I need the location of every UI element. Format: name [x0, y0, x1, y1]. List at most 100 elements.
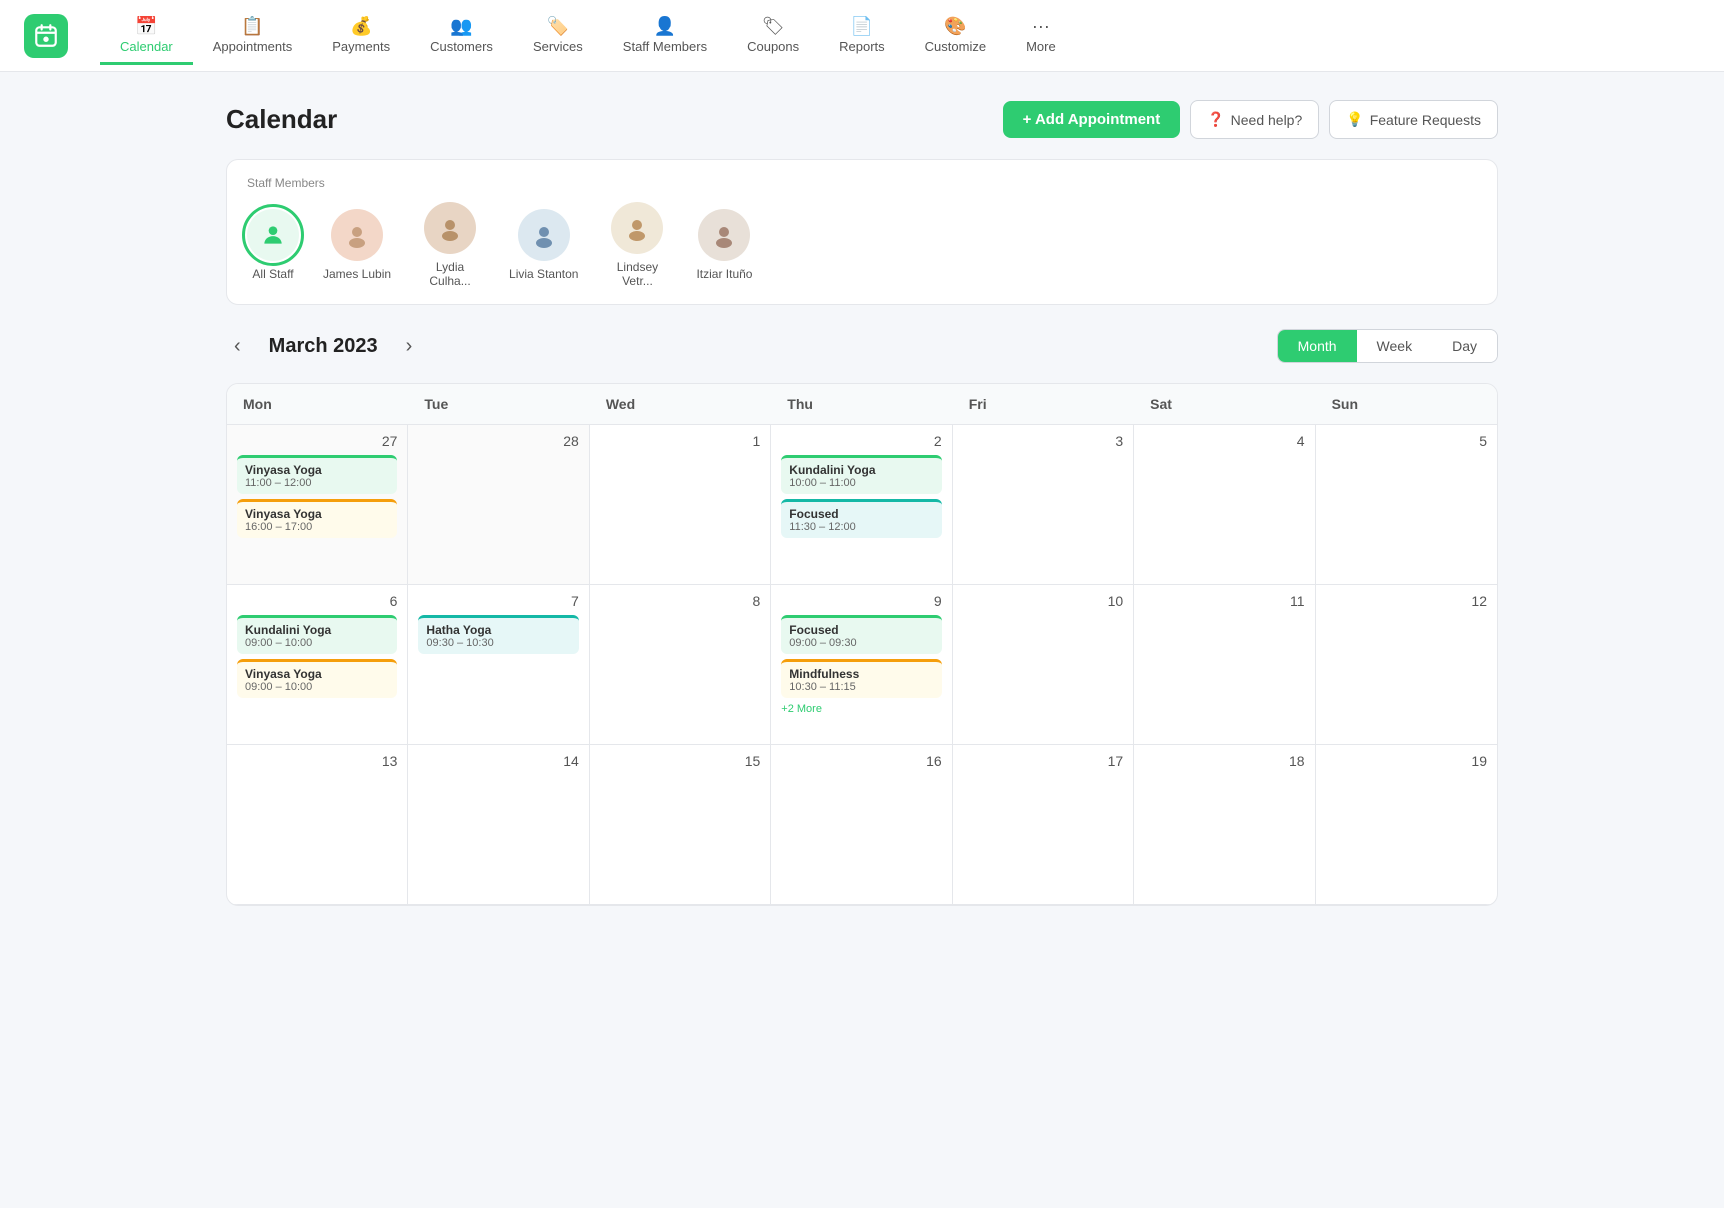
nav-label-customize: Customize — [925, 39, 986, 54]
prev-month-button[interactable]: ‹ — [226, 331, 249, 362]
cal-cell-15[interactable]: 15 — [590, 745, 771, 905]
staff-avatar-lindsey — [611, 202, 663, 254]
cal-cell-17[interactable]: 17 — [953, 745, 1134, 905]
cal-cell-19[interactable]: 19 — [1316, 745, 1497, 905]
staff-avatar-livia — [518, 209, 570, 261]
cal-event-focused-1[interactable]: Focused 11:30 – 12:00 — [781, 499, 941, 538]
event-time: 11:30 – 12:00 — [789, 521, 933, 533]
view-week-button[interactable]: Week — [1357, 330, 1433, 362]
nav-item-customize[interactable]: 🎨 Customize — [905, 8, 1006, 65]
cal-event-vinyasa-3[interactable]: Vinyasa Yoga 09:00 – 10:00 — [237, 659, 397, 698]
event-time: 09:00 – 10:00 — [245, 681, 389, 693]
event-title: Vinyasa Yoga — [245, 463, 389, 477]
cal-cell-13[interactable]: 13 — [227, 745, 408, 905]
staff-item-itziar[interactable]: Itziar Ituño — [696, 209, 752, 281]
cal-date-13: 13 — [237, 753, 397, 769]
staff-item-all[interactable]: All Staff — [247, 209, 299, 281]
cal-event-vinyasa-1[interactable]: Vinyasa Yoga 11:00 – 12:00 — [237, 455, 397, 494]
staff-item-lydia[interactable]: Lydia Culha... — [415, 202, 485, 288]
calendar-navigation: ‹ March 2023 › Month Week Day — [226, 329, 1498, 363]
help-label: Need help? — [1231, 112, 1303, 128]
cal-cell-6[interactable]: 6 Kundalini Yoga 09:00 – 10:00 Vinyasa Y… — [227, 585, 408, 745]
event-title: Mindfulness — [789, 667, 933, 681]
services-icon: 🏷️ — [547, 16, 569, 37]
person-icon — [260, 222, 286, 248]
cal-cell-2[interactable]: 2 Kundalini Yoga 10:00 – 11:00 Focused 1… — [771, 425, 952, 585]
staff-item-livia[interactable]: Livia Stanton — [509, 209, 578, 281]
cal-cell-7[interactable]: 7 Hatha Yoga 09:30 – 10:30 — [408, 585, 589, 745]
day-header-wed: Wed — [590, 384, 771, 424]
james-avatar-placeholder — [344, 222, 370, 248]
nav-item-services[interactable]: 🏷️ Services — [513, 8, 603, 65]
cal-cell-9[interactable]: 9 Focused 09:00 – 09:30 Mindfulness 10:3… — [771, 585, 952, 745]
event-time: 11:00 – 12:00 — [245, 477, 389, 489]
cal-cell-14[interactable]: 14 — [408, 745, 589, 905]
staff-name-all: All Staff — [252, 267, 293, 281]
add-appointment-button[interactable]: + Add Appointment — [1003, 101, 1181, 138]
cal-cell-28[interactable]: 28 — [408, 425, 589, 585]
lydia-avatar-placeholder — [437, 215, 463, 241]
more-events-link[interactable]: +2 More — [781, 703, 941, 715]
day-header-thu: Thu — [771, 384, 952, 424]
cal-date-17: 17 — [963, 753, 1123, 769]
event-time: 09:30 – 10:30 — [426, 637, 570, 649]
event-time: 09:00 – 09:30 — [789, 637, 933, 649]
staff-icon: 👤 — [654, 16, 676, 37]
cal-event-hatha[interactable]: Hatha Yoga 09:30 – 10:30 — [418, 615, 578, 654]
day-header-sun: Sun — [1316, 384, 1497, 424]
cal-event-mindfulness[interactable]: Mindfulness 10:30 – 11:15 — [781, 659, 941, 698]
cal-date-4: 4 — [1144, 433, 1304, 449]
cal-cell-12[interactable]: 12 — [1316, 585, 1497, 745]
nav-item-staff-members[interactable]: 👤 Staff Members — [603, 8, 727, 65]
nav-item-calendar[interactable]: 📅 Calendar — [100, 8, 193, 65]
calendar-header: Calendar + Add Appointment ❓ Need help? … — [226, 100, 1498, 139]
cal-event-focused-2[interactable]: Focused 09:00 – 09:30 — [781, 615, 941, 654]
view-month-button[interactable]: Month — [1278, 330, 1357, 362]
cal-date-3: 3 — [963, 433, 1123, 449]
cal-cell-5[interactable]: 5 — [1316, 425, 1497, 585]
nav-label-coupons: Coupons — [747, 39, 799, 54]
nav-item-payments[interactable]: 💰 Payments — [312, 8, 410, 65]
page-title: Calendar — [226, 104, 337, 135]
staff-section-label: Staff Members — [247, 176, 1477, 190]
reports-icon: 📄 — [851, 16, 873, 37]
cal-cell-1[interactable]: 1 — [590, 425, 771, 585]
cal-event-kundalini-1[interactable]: Kundalini Yoga 10:00 – 11:00 — [781, 455, 941, 494]
staff-item-james[interactable]: James Lubin — [323, 209, 391, 281]
cal-cell-3[interactable]: 3 — [953, 425, 1134, 585]
need-help-button[interactable]: ❓ Need help? — [1190, 100, 1319, 139]
customers-icon: 👥 — [450, 16, 472, 37]
cal-cell-8[interactable]: 8 — [590, 585, 771, 745]
nav-item-appointments[interactable]: 📋 Appointments — [193, 8, 313, 65]
cal-cell-18[interactable]: 18 — [1134, 745, 1315, 905]
feature-label: Feature Requests — [1370, 112, 1481, 128]
cal-date-19: 19 — [1326, 753, 1487, 769]
nav-item-coupons[interactable]: 🏷 Coupons — [727, 8, 819, 65]
nav-item-customers[interactable]: 👥 Customers — [410, 8, 513, 65]
app-logo[interactable] — [24, 14, 68, 58]
nav-label-more: More — [1026, 39, 1056, 54]
logo-icon — [33, 23, 59, 49]
next-month-button[interactable]: › — [398, 331, 421, 362]
cal-cell-16[interactable]: 16 — [771, 745, 952, 905]
nav-item-reports[interactable]: 📄 Reports — [819, 8, 905, 65]
nav-label-reports: Reports — [839, 39, 885, 54]
cal-cell-4[interactable]: 4 — [1134, 425, 1315, 585]
help-icon: ❓ — [1207, 111, 1224, 128]
cal-date-18: 18 — [1144, 753, 1304, 769]
cal-cell-27[interactable]: 27 Vinyasa Yoga 11:00 – 12:00 Vinyasa Yo… — [227, 425, 408, 585]
feature-requests-button[interactable]: 💡 Feature Requests — [1329, 100, 1498, 139]
cal-date-5: 5 — [1326, 433, 1487, 449]
nav-item-more[interactable]: ··· More — [1006, 8, 1076, 65]
view-day-button[interactable]: Day — [1432, 330, 1497, 362]
staff-item-lindsey[interactable]: Lindsey Vetr... — [602, 202, 672, 288]
nav-label-appointments: Appointments — [213, 39, 293, 54]
staff-name-itziar: Itziar Ituño — [696, 267, 752, 281]
cal-cell-11[interactable]: 11 — [1134, 585, 1315, 745]
cal-event-kundalini-2[interactable]: Kundalini Yoga 09:00 – 10:00 — [237, 615, 397, 654]
nav-items: 📅 Calendar 📋 Appointments 💰 Payments 👥 C… — [100, 8, 1700, 64]
event-time: 10:30 – 11:15 — [789, 681, 933, 693]
cal-cell-10[interactable]: 10 — [953, 585, 1134, 745]
cal-event-vinyasa-2[interactable]: Vinyasa Yoga 16:00 – 17:00 — [237, 499, 397, 538]
nav-label-customers: Customers — [430, 39, 493, 54]
